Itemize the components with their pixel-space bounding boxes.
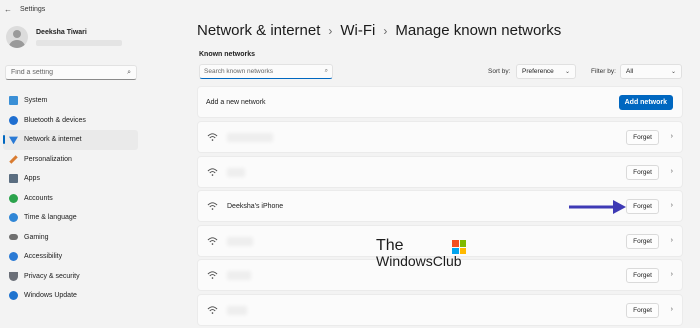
sidebar-nav: System Bluetooth & devices Network & int… [3, 91, 138, 306]
shield-icon [9, 271, 18, 281]
sidebar-item-privacy[interactable]: Privacy & security [3, 267, 138, 287]
window-title: Settings [20, 5, 46, 13]
sort-value: Preference [522, 68, 554, 75]
sidebar-item-label: Accounts [24, 194, 53, 202]
sidebar-item-windows-update[interactable]: Windows Update [3, 286, 138, 306]
network-icon [9, 136, 18, 145]
search-icon: ⌕ [324, 68, 328, 74]
network-name-redacted [227, 133, 273, 142]
sidebar-item-label: Gaming [24, 233, 49, 241]
forget-button[interactable]: Forget [626, 165, 659, 180]
add-network-label: Add a new network [206, 98, 266, 106]
forget-button[interactable]: Forget [626, 268, 659, 283]
watermark: The WindowsClub [376, 237, 466, 269]
chevron-right-icon[interactable]: › [671, 237, 673, 244]
sidebar-item-label: Windows Update [24, 292, 77, 300]
filter-value: All [626, 68, 634, 75]
forget-button[interactable]: Forget [626, 303, 659, 318]
chevron-right-icon[interactable]: › [671, 168, 673, 175]
find-setting-input[interactable] [11, 69, 128, 76]
network-name: Deeksha's iPhone [227, 203, 284, 210]
watermark-line2: WindowsClub [376, 253, 462, 269]
sidebar-item-label: System [24, 97, 48, 105]
wifi-icon [207, 237, 218, 245]
bluetooth-icon [9, 115, 18, 125]
avatar [6, 26, 28, 48]
sidebar-item-label: Network & internet [24, 136, 82, 144]
sidebar-item-network[interactable]: Network & internet [3, 130, 138, 150]
breadcrumb-wifi[interactable]: Wi-Fi [340, 22, 375, 39]
network-name-redacted [227, 237, 253, 246]
back-arrow-icon[interactable]: ← [4, 5, 18, 14]
add-network-button[interactable]: Add network [618, 95, 673, 110]
brush-icon [9, 155, 18, 164]
chevron-right-icon: › [328, 23, 333, 38]
search-known-networks-input[interactable] [204, 68, 325, 75]
user-profile[interactable]: Deeksha Tiwari [6, 26, 122, 48]
accessibility-icon [9, 252, 18, 262]
add-network-row: Add a new network Add network [197, 86, 683, 118]
forget-button[interactable]: Forget [626, 234, 659, 249]
user-email-redacted [36, 39, 122, 46]
chevron-right-icon[interactable]: › [671, 133, 673, 140]
filter-dropdown[interactable]: All ⌄ [620, 64, 682, 79]
breadcrumb-network[interactable]: Network & internet [197, 22, 320, 39]
sidebar-item-label: Apps [24, 175, 40, 183]
sidebar-item-time-language[interactable]: Time & language [3, 208, 138, 228]
sidebar-item-gaming[interactable]: Gaming [3, 228, 138, 248]
network-row[interactable]: Forget › [197, 121, 683, 153]
annotation-arrow-icon [569, 200, 626, 214]
watermark-line1: The [376, 237, 404, 254]
chevron-right-icon: › [383, 23, 388, 38]
chevron-right-icon[interactable]: › [671, 202, 673, 209]
wifi-icon [207, 271, 218, 279]
chevron-right-icon[interactable]: › [671, 271, 673, 278]
network-name-redacted [227, 271, 251, 280]
chevron-down-icon: ⌄ [670, 69, 676, 75]
wifi-icon [207, 133, 218, 141]
wifi-icon [207, 168, 218, 176]
wifi-icon [207, 202, 218, 210]
clock-globe-icon [9, 213, 18, 223]
sidebar-item-accounts[interactable]: Accounts [3, 189, 138, 209]
sidebar-item-label: Personalization [24, 155, 72, 163]
network-row[interactable]: Forget › [197, 294, 683, 326]
filter-label: Filter by: [591, 68, 616, 75]
sidebar-item-label: Bluetooth & devices [24, 116, 86, 124]
update-icon [9, 291, 18, 301]
sort-dropdown[interactable]: Preference ⌄ [516, 64, 576, 79]
accounts-icon [9, 193, 18, 203]
forget-button[interactable]: Forget [626, 130, 659, 145]
page-title: Manage known networks [395, 22, 562, 39]
sidebar-item-label: Privacy & security [24, 272, 80, 280]
search-known-networks-box[interactable]: ⌕ [199, 64, 333, 79]
search-icon: ⌕ [127, 68, 131, 76]
wifi-icon [207, 306, 218, 314]
network-name-redacted [227, 306, 247, 315]
sidebar-item-label: Accessibility [24, 253, 63, 261]
network-name-redacted [227, 168, 245, 177]
sort-label: Sort by: [488, 68, 511, 75]
sidebar-item-accessibility[interactable]: Accessibility [3, 247, 138, 267]
windows-logo-icon [452, 240, 466, 254]
sidebar-item-bluetooth[interactable]: Bluetooth & devices [3, 111, 138, 131]
title-bar: ← Settings [0, 0, 700, 18]
breadcrumb: Network & internet › Wi-Fi › Manage know… [197, 22, 561, 39]
chevron-down-icon: ⌄ [564, 69, 570, 75]
user-name: Deeksha Tiwari [36, 28, 87, 36]
sidebar-item-apps[interactable]: Apps [3, 169, 138, 189]
sidebar-item-system[interactable]: System [3, 91, 138, 111]
sidebar-item-label: Time & language [24, 214, 77, 222]
network-row[interactable]: Forget › [197, 156, 683, 188]
gamepad-icon [9, 234, 18, 241]
system-icon [9, 96, 18, 106]
section-label: Known networks [199, 51, 256, 58]
find-setting-box[interactable]: ⌕ [5, 65, 137, 80]
forget-button[interactable]: Forget [626, 199, 659, 214]
apps-icon [9, 174, 18, 184]
sidebar-item-personalization[interactable]: Personalization [3, 150, 138, 170]
chevron-right-icon[interactable]: › [671, 306, 673, 313]
